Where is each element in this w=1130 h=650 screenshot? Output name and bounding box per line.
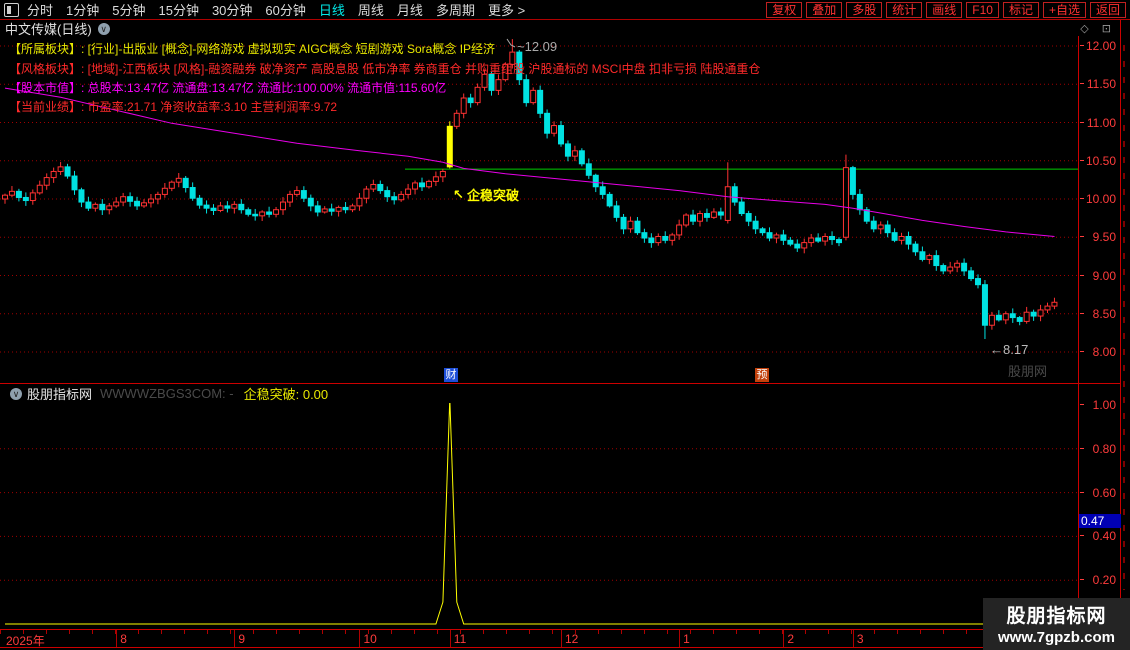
month-separator-1 (679, 630, 681, 647)
indicator-chart[interactable] (0, 403, 1078, 629)
chart-annotation: ~12.09 (517, 39, 557, 54)
chart-watermark: 股朋网 (1008, 364, 1048, 379)
time-axis-ticks (0, 630, 1078, 634)
time-axis[interactable]: 2025年 8 9 10 11 12 1 2 3 (0, 629, 1120, 648)
chart-annotation: ↖ (453, 187, 464, 202)
chevron-down-icon[interactable]: ∨ (10, 387, 22, 400)
chart-annotation: 企稳突破 (466, 188, 519, 203)
toolbar-buttons: 复权 叠加 多股 统计 画线 F10 标记 +自选 返回 (766, 1, 1130, 18)
menu-item-5[interactable]: 60分钟 (265, 0, 305, 19)
month-label-9: 9 (238, 632, 246, 646)
toolbar-button-多股[interactable]: 多股 (846, 1, 883, 18)
toolbar-button-叠加[interactable]: 叠加 (806, 1, 843, 18)
price-label-8.50: 8.50 (1080, 307, 1116, 321)
toolbar-button-F10[interactable]: F10 (966, 1, 999, 18)
menu-item-1[interactable]: 1分钟 (66, 0, 99, 19)
menu-item-9[interactable]: 多周期 (436, 0, 475, 19)
cutoff-panel-strip (1123, 45, 1125, 590)
year-label: 2025年 (6, 634, 45, 648)
event-badge-预[interactable]: 预 (755, 368, 769, 382)
month-label-12: 12 (565, 632, 579, 646)
price-label-12.00: 12.00 (1080, 39, 1116, 53)
event-badge-财[interactable]: 财 (444, 368, 458, 382)
chevron-down-icon[interactable]: ∨ (97, 22, 110, 35)
indicator-url-label: WWWWZBGS3COM: - (100, 386, 234, 401)
window-grid-icon[interactable] (4, 2, 19, 17)
toolbar-button-+自选[interactable]: +自选 (1042, 1, 1086, 18)
top-toolbar: 分时 1分钟 5分钟 15分钟 30分钟 60分钟 日线 周线 月线 多周期 更多 > 复权 叠加 多股… (0, 0, 1130, 20)
price-label-10.50: 10.50 (1080, 154, 1116, 168)
toolbar-button-画线[interactable]: 画线 (926, 1, 963, 18)
menu-item-6[interactable]: 日线 (319, 0, 345, 19)
indicator-label-0.20: 0.20 (1080, 573, 1116, 587)
main-candlestick-chart[interactable]: ~12.09 ←8.17 ↖ 企稳突破 (0, 36, 1078, 383)
indicator-label-0.80: 0.80 (1080, 442, 1116, 456)
panel-corner-icons[interactable]: ◇ ⊡ (1080, 22, 1116, 35)
price-label-9.50: 9.50 (1080, 230, 1116, 244)
month-separator-3 (852, 630, 854, 647)
toolbar-button-统计[interactable]: 统计 (886, 1, 923, 18)
month-label-2: 2 (787, 632, 795, 646)
menu-item-8[interactable]: 月线 (397, 0, 423, 19)
right-edge-separator (1120, 20, 1121, 650)
chart-title-row: 中文传媒(日线) ∨ (5, 21, 110, 37)
month-separator-10 (359, 630, 361, 647)
price-label-10.00: 10.00 (1080, 192, 1116, 206)
month-separator-2 (783, 630, 785, 647)
toolbar-button-标记[interactable]: 标记 (1002, 1, 1039, 18)
chart-annotation: ←8.17 (990, 342, 1028, 357)
month-label-3: 3 (856, 632, 864, 646)
month-label-8: 8 (120, 632, 127, 646)
price-label-11.50: 11.50 (1080, 77, 1116, 91)
panel-separator (0, 383, 1120, 384)
indicator-label-1.00: 1.00 (1080, 398, 1116, 412)
month-label-10: 10 (363, 632, 377, 646)
indicator-value-label: 企稳突破: 0.00 (243, 387, 329, 402)
toolbar-button-复权[interactable]: 复权 (766, 1, 803, 18)
price-label-8.00: 8.00 (1080, 345, 1116, 359)
menu-item-2[interactable]: 5分钟 (112, 0, 145, 19)
indicator-header: ∨ 股朋指标网 WWWWZBGS3COM: - 企稳突破: 0.00 (4, 386, 329, 402)
month-separator-12 (561, 630, 562, 647)
toolbar-button-返回[interactable]: 返回 (1089, 1, 1126, 18)
trading-app-window: 分时 1分钟 5分钟 15分钟 30分钟 60分钟 日线 周线 月线 多周期 更多 > 复权 叠加 多股… (0, 0, 1130, 650)
axis-separator (1078, 36, 1079, 647)
menu-item-3[interactable]: 15分钟 (158, 0, 198, 19)
month-separator-9 (234, 630, 236, 647)
menu-item-4[interactable]: 30分钟 (212, 0, 252, 19)
price-label-11.00: 11.00 (1080, 116, 1116, 130)
indicator-site-label: 股朋指标网 (27, 387, 93, 402)
menu-item-10[interactable]: 更多 > (488, 0, 525, 19)
logo-title: 股朋指标网 (1006, 606, 1107, 627)
month-separator-11 (449, 630, 451, 647)
price-label-9.00: 9.00 (1080, 269, 1116, 283)
axis-value-badge: 0.47 (1079, 514, 1121, 529)
period-menu: 分时 1分钟 5分钟 15分钟 30分钟 60分钟 日线 周线 月线 多周期 更多 > (27, 0, 538, 19)
indicator-label-0.40: 0.40 (1080, 529, 1116, 543)
menu-item-0[interactable]: 分时 (27, 0, 53, 19)
logo-url: www.7gpzb.com (998, 629, 1115, 646)
month-label-11: 11 (453, 632, 467, 646)
month-separator-8 (116, 630, 118, 647)
indicator-label-0.60: 0.60 (1080, 486, 1116, 500)
menu-item-7[interactable]: 周线 (358, 0, 384, 19)
month-label-1: 1 (683, 632, 690, 646)
site-logo: 股朋指标网 www.7gpzb.com (983, 598, 1130, 650)
